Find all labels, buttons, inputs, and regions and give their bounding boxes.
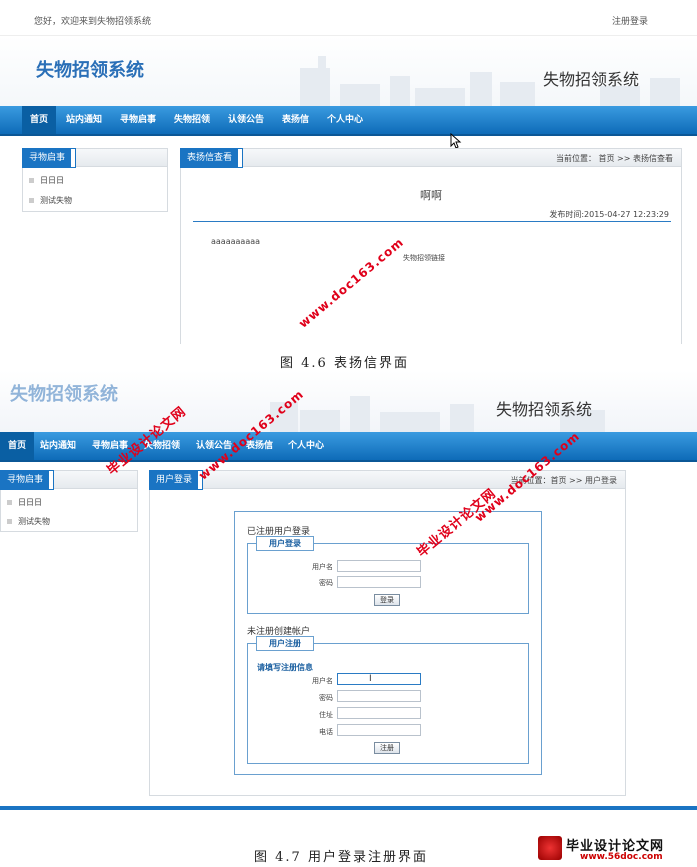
reg-address-input[interactable]: [337, 707, 421, 719]
mouse-cursor-icon: [450, 133, 462, 149]
nav-profile[interactable]: 个人中心: [327, 106, 363, 134]
sidebar-title: 寻物启事: [0, 470, 55, 490]
reg-password-label: 密码: [319, 694, 333, 702]
figure-caption-2: 图 4.7 用户登录注册界面: [254, 850, 428, 865]
figure-caption: 图 4.6 表扬信界面: [280, 356, 409, 371]
register-hint: 请填写注册信息: [257, 663, 313, 672]
main-nav-2: 首页 站内通知 寻物启事 失物招领 认领公告 表扬信 个人中心: [0, 432, 697, 462]
nav-notice[interactable]: 站内通知: [66, 106, 102, 134]
username-label: 用户名: [312, 563, 333, 571]
reg-phone-label: 电话: [319, 728, 333, 736]
sidebar-item[interactable]: 日日日: [29, 175, 64, 186]
site-logo-right-2: 失物招领系统: [496, 400, 593, 419]
site-logo-2: 失物招领系统: [10, 384, 118, 405]
footer-bar: [0, 806, 697, 810]
text-cursor-icon: I: [369, 674, 372, 684]
nav-claim[interactable]: 认领公告: [228, 106, 264, 134]
breadcrumb: 当前位置： 首页 >> 表扬信查看: [555, 154, 673, 163]
footer-logo-icon: [538, 836, 562, 860]
welcome-text: 您好，欢迎来到失物招领系统: [34, 17, 152, 27]
reg-address-label: 住址: [319, 711, 333, 719]
main-panel: 表扬信查看 当前位置： 首页 >> 表扬信查看 啊啊 发布时间:2015-04-…: [179, 148, 682, 344]
header-banner-2: 失物招领系统 失物招领系统: [0, 370, 697, 432]
username-input[interactable]: [337, 560, 421, 572]
nav-praise[interactable]: 表扬信: [282, 106, 309, 134]
site-logo: 失物招领系统: [36, 60, 144, 81]
nav-home[interactable]: 首页: [22, 106, 57, 134]
nav-search-lost[interactable]: 寻物启事: [120, 106, 156, 134]
nav-notice[interactable]: 站内通知: [40, 432, 76, 460]
main-title: 表扬信查看: [179, 148, 244, 168]
sidebar-title: 寻物启事: [21, 148, 77, 168]
main-title: 用户登录: [148, 470, 204, 490]
sidebar-panel: 寻物启事 日日日 测试失物: [21, 148, 168, 212]
nav-found[interactable]: 失物招领: [174, 106, 210, 134]
password-label: 密码: [319, 579, 333, 587]
sidebar-panel-2: 寻物启事 日日日 测试失物: [0, 470, 138, 532]
divider: [193, 221, 671, 222]
register-login-link[interactable]: 注册登录: [612, 14, 648, 27]
register-button[interactable]: 注册: [374, 742, 400, 754]
footer-url: www.56doc.com: [580, 852, 663, 862]
reg-username-label: 用户名: [312, 677, 333, 685]
auth-box: 已注册用户登录 用户登录 用户名 密码 登录 未注册创建帐户 用户注册 请填写注…: [234, 511, 542, 775]
reg-password-input[interactable]: [337, 690, 421, 702]
main-nav: 首页 站内通知 寻物启事 失物招领 认领公告 表扬信 个人中心: [0, 106, 697, 136]
article-link[interactable]: 失物招领链接: [403, 253, 445, 263]
password-input[interactable]: [337, 576, 421, 588]
sidebar-item[interactable]: 测试失物: [7, 516, 50, 527]
sidebar-item[interactable]: 测试失物: [29, 195, 72, 206]
main-panel-2: 用户登录 当前位置：首页 >> 用户登录 已注册用户登录 用户登录 用户名 密码…: [148, 470, 626, 796]
article-body: aaaaaaaaaa: [211, 237, 261, 246]
reg-phone-input[interactable]: [337, 724, 421, 736]
nav-home[interactable]: 首页: [0, 432, 35, 460]
publish-time: 发布时间:2015-04-27 12:23:29: [549, 210, 669, 219]
site-logo-right: 失物招领系统: [543, 70, 640, 89]
reg-username-input[interactable]: [337, 673, 421, 685]
sidebar-item[interactable]: 日日日: [7, 497, 42, 508]
nav-profile[interactable]: 个人中心: [288, 432, 324, 460]
login-legend: 用户登录: [256, 536, 314, 551]
article-title: 啊啊: [420, 189, 442, 202]
register-legend: 用户注册: [256, 636, 314, 651]
login-button[interactable]: 登录: [374, 594, 400, 606]
